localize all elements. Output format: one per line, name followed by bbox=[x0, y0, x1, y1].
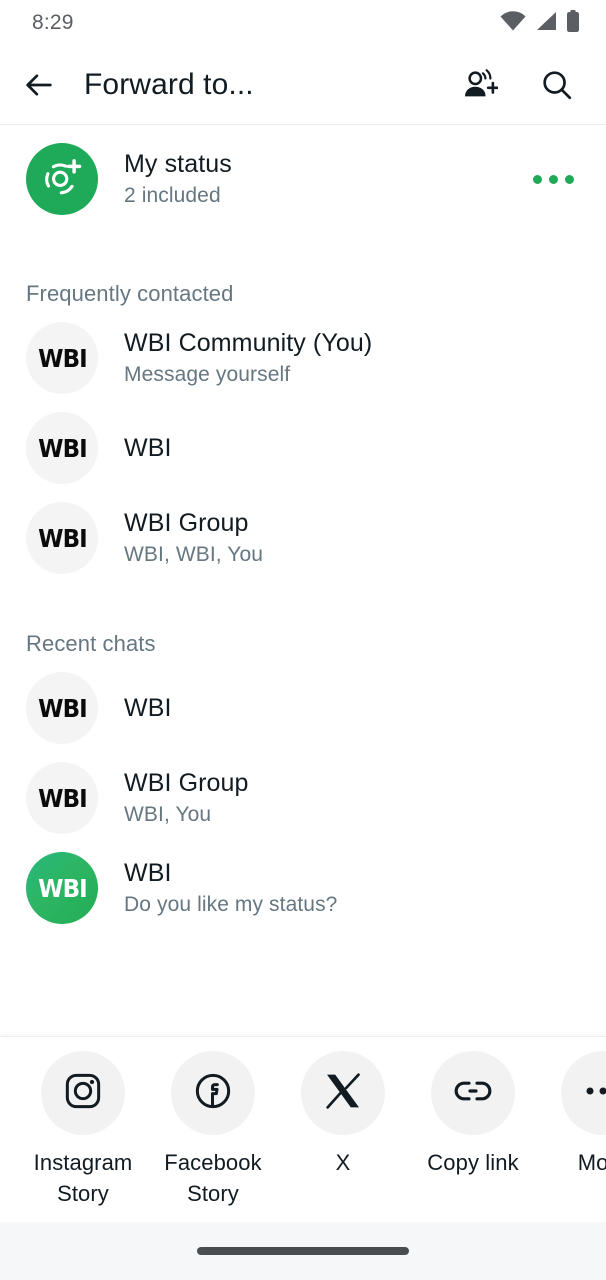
share-icon-circle bbox=[41, 1051, 125, 1135]
share-option-more[interactable]: More bbox=[538, 1051, 606, 1178]
add-person-icon[interactable] bbox=[462, 68, 498, 102]
wbi-logo: WBI bbox=[37, 693, 88, 723]
list-item-chat[interactable]: WBI WBI Group WBI, WBI, You bbox=[0, 493, 606, 583]
list-item-subtitle: Message yourself bbox=[124, 363, 291, 387]
list-item-subtitle: 2 included bbox=[124, 184, 221, 208]
app-bar: Forward to... bbox=[0, 46, 606, 124]
list-item-title: WBI Community (You) bbox=[124, 329, 373, 358]
section-header-recent-chats: Recent chats bbox=[26, 631, 156, 656]
list-item-subtitle: Do you like my status? bbox=[124, 893, 338, 917]
list-item-text: WBI Community (You) Message yourself bbox=[124, 327, 580, 389]
list-item-subtitle: WBI, You bbox=[124, 803, 212, 827]
list-item-title: WBI bbox=[124, 434, 172, 462]
wbi-logo: WBI bbox=[37, 433, 88, 463]
status-bar-time: 8:29 bbox=[32, 11, 74, 34]
share-icon-circle bbox=[171, 1051, 255, 1135]
share-option-label: X bbox=[335, 1150, 351, 1175]
wbi-logo: WBI bbox=[37, 873, 88, 903]
back-arrow-icon[interactable] bbox=[22, 68, 56, 102]
share-option-x[interactable]: X bbox=[278, 1051, 408, 1178]
share-option-facebook-story[interactable]: Facebook Story bbox=[148, 1051, 278, 1209]
list-item-text: WBI bbox=[124, 692, 580, 724]
x-twitter-icon bbox=[323, 1071, 363, 1116]
facebook-icon bbox=[193, 1071, 233, 1116]
share-bar: Instagram Story Facebook Story X Copy li… bbox=[0, 1036, 606, 1222]
share-icon-circle bbox=[431, 1051, 515, 1135]
list-item-title: WBI Group bbox=[124, 509, 249, 538]
more-horizontal-icon bbox=[583, 1084, 606, 1103]
share-icon-circle bbox=[301, 1051, 385, 1135]
list-item-chat[interactable]: WBI WBI bbox=[0, 403, 606, 493]
list-item-my-status[interactable]: My status 2 included bbox=[0, 125, 606, 233]
link-icon bbox=[453, 1074, 493, 1113]
wbi-logo: WBI bbox=[37, 783, 88, 813]
status-bar: 8:29 bbox=[0, 0, 606, 46]
share-option-label: Facebook Story bbox=[164, 1150, 262, 1207]
dot bbox=[565, 174, 574, 184]
list-item-title: WBI Group bbox=[124, 769, 249, 798]
wifi-icon bbox=[500, 10, 526, 36]
share-icon-circle bbox=[561, 1051, 606, 1135]
android-nav-bar bbox=[0, 1222, 606, 1280]
app-bar-actions bbox=[462, 68, 574, 102]
avatar: WBI bbox=[26, 502, 98, 574]
search-icon[interactable] bbox=[540, 68, 574, 102]
share-option-copy-link[interactable]: Copy link bbox=[408, 1051, 538, 1178]
share-option-label: Instagram Story bbox=[33, 1150, 133, 1207]
battery-icon bbox=[566, 9, 580, 37]
more-options-icon[interactable] bbox=[533, 174, 574, 184]
list-item-subtitle: WBI, WBI, You bbox=[124, 543, 264, 567]
share-option-label: More bbox=[577, 1150, 606, 1175]
status-add-icon bbox=[40, 155, 84, 204]
list-item-text: WBI Group WBI, You bbox=[124, 767, 580, 829]
share-option-instagram-story[interactable]: Instagram Story bbox=[18, 1051, 148, 1209]
list-item-text: WBI Group WBI, WBI, You bbox=[124, 507, 580, 569]
list-item-title: My status bbox=[124, 150, 232, 179]
avatar: WBI bbox=[26, 762, 98, 834]
list-item-chat[interactable]: WBI WBI Do you like my status? bbox=[0, 843, 606, 933]
list-item-title: WBI bbox=[124, 859, 172, 888]
gesture-home-indicator[interactable] bbox=[197, 1247, 409, 1255]
avatar bbox=[26, 143, 98, 215]
list-item-text: WBI Do you like my status? bbox=[124, 857, 580, 919]
page-title: Forward to... bbox=[84, 68, 254, 101]
share-option-label: Copy link bbox=[427, 1150, 519, 1175]
list-item-title: WBI bbox=[124, 694, 172, 722]
cellular-signal-icon bbox=[535, 11, 557, 36]
avatar: WBI bbox=[26, 322, 98, 394]
avatar: WBI bbox=[26, 672, 98, 744]
instagram-icon bbox=[63, 1071, 103, 1116]
list-item-chat[interactable]: WBI WBI bbox=[0, 663, 606, 753]
wbi-logo: WBI bbox=[37, 343, 88, 373]
section-header-frequently-contacted: Frequently contacted bbox=[26, 281, 234, 306]
list-item-chat[interactable]: WBI WBI Group WBI, You bbox=[0, 753, 606, 843]
avatar: WBI bbox=[26, 412, 98, 484]
list-item-chat[interactable]: WBI WBI Community (You) Message yourself bbox=[0, 313, 606, 403]
dot bbox=[533, 174, 542, 184]
list-item-trailing bbox=[533, 174, 580, 184]
dot bbox=[549, 174, 558, 184]
wbi-logo: WBI bbox=[37, 523, 88, 553]
avatar: WBI bbox=[26, 852, 98, 924]
status-bar-icons bbox=[500, 9, 580, 37]
forward-target-list: My status 2 included Frequently contacte… bbox=[0, 125, 606, 933]
list-item-text: My status 2 included bbox=[124, 148, 521, 210]
list-item-text: WBI bbox=[124, 432, 580, 464]
whatsapp-forward-screen: 8:29 Forward to... My status 2 included … bbox=[0, 0, 606, 1280]
